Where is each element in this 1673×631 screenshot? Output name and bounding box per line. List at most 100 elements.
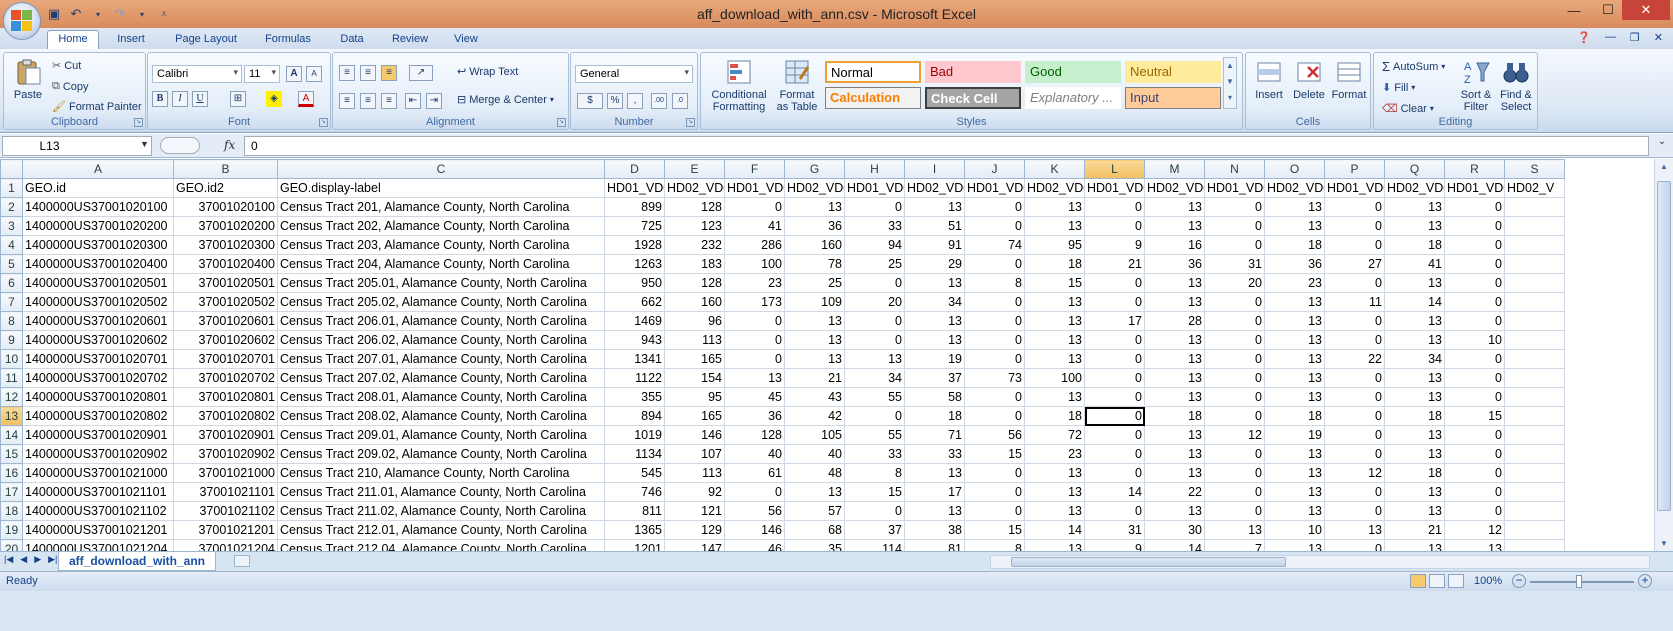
column-header-d[interactable]: D xyxy=(604,159,665,179)
cell[interactable]: 18 xyxy=(1264,406,1325,426)
row-header[interactable]: 5 xyxy=(0,254,23,274)
cell[interactable]: 55 xyxy=(844,387,905,407)
cell[interactable] xyxy=(1504,349,1565,369)
cell[interactable]: Census Tract 210, Alamance County, North… xyxy=(277,463,605,483)
cell[interactable]: 37001020501 xyxy=(173,273,278,293)
cell[interactable]: 40 xyxy=(784,444,845,464)
column-header-n[interactable]: N xyxy=(1204,159,1265,179)
normal-view-icon[interactable] xyxy=(1410,574,1426,588)
cell[interactable]: Census Tract 207.02, Alamance County, No… xyxy=(277,368,605,388)
cell[interactable]: Census Tract 209.02, Alamance County, No… xyxy=(277,444,605,464)
cell[interactable]: GEO.display-label xyxy=(277,178,605,198)
cell[interactable]: Census Tract 202, Alamance County, North… xyxy=(277,216,605,236)
cell[interactable]: 1400000US37001020200 xyxy=(22,216,174,236)
cell[interactable]: 0 xyxy=(1444,273,1505,293)
insert-function-icon[interactable]: fx xyxy=(224,138,235,152)
cell[interactable]: 19 xyxy=(1264,425,1325,445)
align-top-icon[interactable]: ≡ xyxy=(339,65,355,81)
orientation-icon[interactable]: ↗ xyxy=(409,65,433,81)
cell[interactable] xyxy=(1504,387,1565,407)
cell[interactable]: 0 xyxy=(1204,330,1265,350)
column-header-l[interactable]: L xyxy=(1084,159,1145,179)
cell[interactable]: 0 xyxy=(844,273,905,293)
italic-button[interactable]: I xyxy=(172,91,188,107)
cell[interactable]: 13 xyxy=(1024,349,1085,369)
cell[interactable] xyxy=(1504,539,1565,551)
cell[interactable]: 13 xyxy=(1144,501,1205,521)
cell[interactable]: 8 xyxy=(964,273,1025,293)
cell[interactable]: 13 xyxy=(1144,292,1205,312)
cell[interactable] xyxy=(1504,482,1565,502)
cell[interactable]: 746 xyxy=(604,482,665,502)
borders-icon[interactable]: ⊞ xyxy=(230,91,246,107)
cell[interactable]: HD02_VD0 xyxy=(784,178,845,198)
cell[interactable]: HD01_VD0 xyxy=(1084,178,1145,198)
cell[interactable]: 35 xyxy=(784,539,845,551)
cell[interactable]: 0 xyxy=(1204,349,1265,369)
cell[interactable]: 146 xyxy=(664,425,725,445)
cell[interactable]: 0 xyxy=(1324,501,1385,521)
ribbon-restore-icon[interactable]: ❐ xyxy=(1630,31,1640,44)
cell[interactable]: 13 xyxy=(844,349,905,369)
row-header[interactable]: 14 xyxy=(0,425,23,445)
cell[interactable]: Census Tract 208.01, Alamance County, No… xyxy=(277,387,605,407)
bold-button[interactable]: B xyxy=(152,91,168,107)
cell[interactable]: 17 xyxy=(904,482,965,502)
cell[interactable]: 0 xyxy=(1324,444,1385,464)
cell[interactable]: 1400000US37001020601 xyxy=(22,311,174,331)
cell[interactable]: 13 xyxy=(1024,482,1085,502)
cell[interactable]: 18 xyxy=(1144,406,1205,426)
row-header[interactable]: 18 xyxy=(0,501,23,521)
cell[interactable]: 37001021201 xyxy=(173,520,278,540)
cell[interactable]: 33 xyxy=(904,444,965,464)
cell[interactable]: 0 xyxy=(844,197,905,217)
cell[interactable]: 105 xyxy=(784,425,845,445)
cell[interactable]: 13 xyxy=(904,501,965,521)
cell[interactable]: 28 xyxy=(1144,311,1205,331)
cell[interactable] xyxy=(1504,292,1565,312)
cell[interactable]: 0 xyxy=(1204,463,1265,483)
cell[interactable]: 0 xyxy=(1204,406,1265,426)
cell[interactable]: 894 xyxy=(604,406,665,426)
cell[interactable]: 13 xyxy=(1324,520,1385,540)
cell[interactable]: 0 xyxy=(1324,311,1385,331)
currency-button[interactable]: $ xyxy=(577,93,603,109)
cell[interactable]: 23 xyxy=(1264,273,1325,293)
cell[interactable]: HD01_VD0 xyxy=(844,178,905,198)
cell[interactable]: 19 xyxy=(904,349,965,369)
cell[interactable]: 21 xyxy=(1084,254,1145,274)
cell[interactable]: 173 xyxy=(724,292,785,312)
cell[interactable]: 41 xyxy=(1384,254,1445,274)
cell[interactable]: Census Tract 212.01, Alamance County, No… xyxy=(277,520,605,540)
cell[interactable]: 16 xyxy=(1144,235,1205,255)
cell[interactable]: 45 xyxy=(724,387,785,407)
cell[interactable]: 1365 xyxy=(604,520,665,540)
cell[interactable]: 94 xyxy=(844,235,905,255)
horizontal-scroll-thumb[interactable] xyxy=(1011,557,1286,567)
cell[interactable]: 15 xyxy=(1444,406,1505,426)
format-cells-button[interactable]: Format xyxy=(1330,57,1368,101)
cell[interactable]: 0 xyxy=(964,501,1025,521)
cell[interactable]: 0 xyxy=(1444,311,1505,331)
cell[interactable]: 13 xyxy=(1264,387,1325,407)
column-header-g[interactable]: G xyxy=(784,159,845,179)
cell[interactable]: 42 xyxy=(784,406,845,426)
row-header[interactable]: 15 xyxy=(0,444,23,464)
cell[interactable]: 15 xyxy=(844,482,905,502)
cell[interactable]: Census Tract 211.01, Alamance County, No… xyxy=(277,482,605,502)
cell[interactable]: 0 xyxy=(1324,539,1385,551)
cell[interactable]: 0 xyxy=(724,482,785,502)
cell[interactable]: 13 xyxy=(904,311,965,331)
cell[interactable]: HD01_VD0 xyxy=(1324,178,1385,198)
cell[interactable]: 13 xyxy=(1204,520,1265,540)
cell[interactable]: 13 xyxy=(1024,387,1085,407)
cell[interactable]: 128 xyxy=(664,197,725,217)
decrease-decimal-icon[interactable]: .0 xyxy=(672,93,688,109)
cell[interactable]: 0 xyxy=(1204,235,1265,255)
cell[interactable] xyxy=(1504,330,1565,350)
cell[interactable]: 0 xyxy=(1444,216,1505,236)
cell[interactable] xyxy=(1504,520,1565,540)
cell[interactable]: 286 xyxy=(724,235,785,255)
cell[interactable]: 13 xyxy=(1144,273,1205,293)
column-header-k[interactable]: K xyxy=(1024,159,1085,179)
